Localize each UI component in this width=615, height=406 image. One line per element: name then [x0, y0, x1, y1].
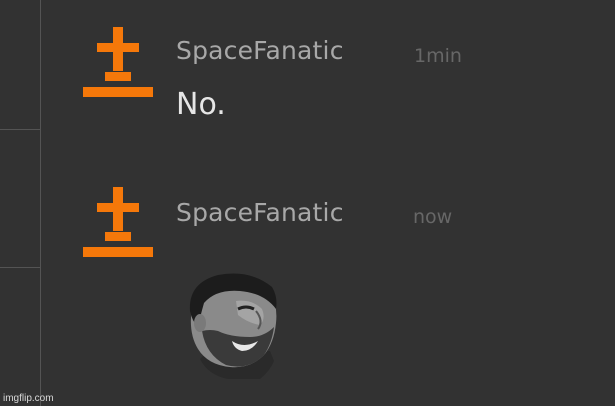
sidebar-divider	[0, 267, 40, 268]
message-username[interactable]: SpaceFanatic	[176, 198, 344, 227]
message-username[interactable]: SpaceFanatic	[176, 36, 344, 65]
message-text: No.	[176, 87, 226, 122]
chad-face-emote	[189, 273, 277, 379]
message-timestamp: now	[413, 206, 453, 228]
channel-sidebar	[0, 0, 41, 406]
sidebar-divider	[0, 129, 40, 130]
space-rocket-avatar-icon[interactable]	[83, 187, 153, 259]
space-rocket-avatar-icon[interactable]	[83, 27, 153, 99]
watermark-text: imgflip.com	[3, 393, 54, 404]
message-timestamp: 1min	[414, 45, 462, 67]
